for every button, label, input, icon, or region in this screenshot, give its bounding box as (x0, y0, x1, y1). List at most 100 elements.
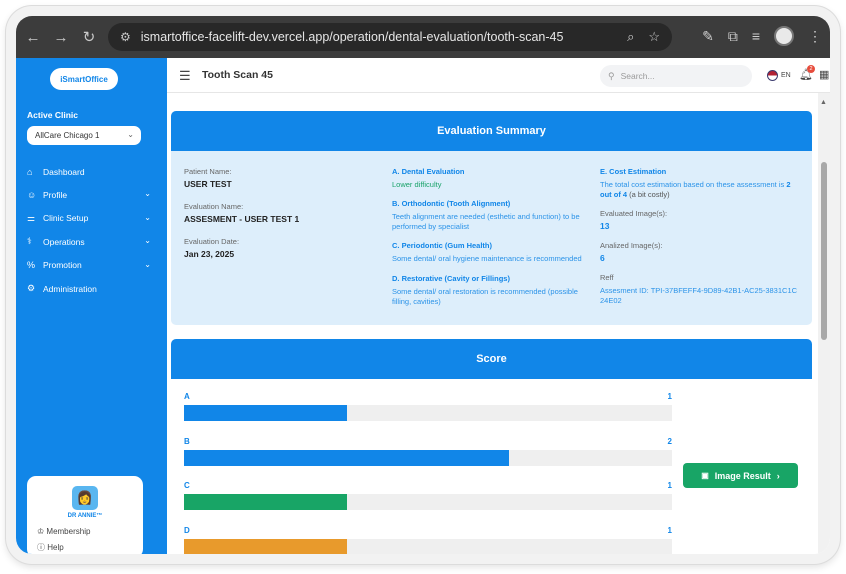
analized-images-value: 6 (600, 253, 605, 264)
site-settings-icon[interactable]: ⚙ (120, 30, 131, 44)
help-icon: ⓘ (37, 543, 45, 552)
score-bar-track (184, 405, 672, 421)
evaluation-name: ASSESMENT - USER TEST 1 (184, 214, 300, 224)
evaluation-summary-title: Evaluation Summary (171, 111, 812, 151)
evaluation-date: Jan 23, 2025 (184, 249, 235, 259)
gear-icon: ⚙ (27, 283, 36, 294)
analized-images-label: Analized Image(s): (600, 241, 663, 251)
membership-link[interactable]: ♔ Membership (37, 527, 90, 536)
clinic-select-value: AllCare Chicago 1 (35, 131, 100, 140)
language-code: EN (781, 72, 791, 79)
sidebar-item-label: Clinic Setup (43, 213, 89, 224)
device-frame: ← → ↻ ⚙ ismartoffice-facelift-dev.vercel… (6, 6, 840, 564)
patient-name: USER TEST (184, 179, 232, 189)
sidebar-menu: ⌂ Dashboard ☺ Profile ⌄ ⚌ Clinic Setup ⌄ ⚕ Operat… (27, 160, 157, 300)
extension-icon[interactable]: ✎ (702, 28, 714, 45)
section-text: Some dental/ oral restoration is recomme… (392, 286, 578, 306)
sidebar: iSmartOffice Active Clinic AllCare Chica… (16, 58, 167, 554)
sidebar-item-label: Operations (43, 236, 85, 247)
evaluation-name-label: Evaluation Name: (184, 202, 244, 211)
chevron-down-icon: ⌄ (144, 189, 151, 199)
chevron-down-icon: ⌄ (144, 236, 151, 246)
forward-icon[interactable]: → (50, 26, 72, 48)
score-bar-track (184, 494, 672, 510)
score-label: C (184, 481, 190, 490)
puzzle-icon[interactable]: ⧉ (728, 28, 738, 45)
search-icon: ⚲ (608, 70, 615, 81)
page-title: Tooth Scan 45 (202, 69, 273, 81)
score-bar-track (184, 449, 672, 466)
sidebar-item-profile[interactable]: ☺ Profile ⌄ (27, 183, 157, 206)
cost-estimation: E. Cost Estimation The total cost estima… (600, 167, 800, 307)
evaluation-date-label: Evaluation Date: (184, 237, 240, 246)
sidebar-item-clinic-setup[interactable]: ⚌ Clinic Setup ⌄ (27, 207, 157, 230)
image-icon: ▣ (701, 471, 709, 480)
profile-avatar-icon[interactable] (774, 26, 794, 46)
sliders-icon: ⚌ (27, 212, 36, 223)
sidebar-item-administration[interactable]: ⚙ Administration (27, 277, 157, 300)
section-heading: C. Periodontic (Gum Health) (392, 241, 493, 251)
back-icon[interactable]: ← (22, 26, 44, 48)
apps-grid-icon[interactable]: ▦ (819, 68, 829, 81)
search-input[interactable]: ⚲ Search... (600, 65, 752, 87)
notification-bell-icon[interactable]: 🔔︎ 2 (799, 65, 815, 81)
more-menu-icon[interactable]: ⋮ (808, 28, 822, 45)
scroll-up-arrow-icon[interactable]: ▲ (820, 99, 827, 106)
scrollbar[interactable]: ▲ (818, 93, 830, 554)
assessment-id: Assesment ID: TPI-37BFEFF4-9D89-42B1-AC2… (600, 286, 798, 306)
score-row: D1 (184, 525, 672, 554)
scrollbar-thumb[interactable] (821, 162, 827, 340)
reload-icon[interactable]: ↻ (78, 26, 100, 48)
sidebar-item-label: Profile (43, 190, 68, 201)
evaluation-section: B. Orthodontic (Tooth Alignment) Teeth al… (392, 199, 586, 232)
doctor-avatar: 👩 (72, 486, 98, 510)
url-text[interactable]: ismartoffice-facelift-dev.vercel.app/ope… (141, 30, 564, 44)
clinic-select[interactable]: AllCare Chicago 1 ⌄ (27, 126, 141, 145)
zoom-icon[interactable]: ⌕ (627, 29, 634, 45)
user-name: DR ANNIE™ (67, 513, 103, 519)
section-heading: B. Orthodontic (Tooth Alignment) (392, 199, 511, 209)
sidebar-item-operations[interactable]: ⚕ Operations ⌄ (27, 230, 157, 253)
bookmark-star-icon[interactable]: ☆ (648, 29, 660, 45)
score-row: C1 (184, 481, 672, 526)
evaluated-images-label: Evaluated Image(s): (600, 209, 668, 219)
cost-heading: E. Cost Estimation (600, 167, 667, 176)
section-text: Lower difficulty (392, 180, 442, 189)
chevron-down-icon: ⌄ (144, 259, 151, 269)
section-text: Some dental/ oral hygiene maintenance is… (392, 254, 582, 264)
section-text: Teeth alignment are needed (esthetic and… (392, 212, 580, 232)
top-header: ☰ Tooth Scan 45 ⚲ Search... EN 🔔︎ 2 ▦ (167, 58, 830, 93)
screen: ← → ↻ ⚙ ismartoffice-facelift-dev.vercel… (16, 16, 830, 554)
score-value: 1 (667, 525, 672, 535)
score-label: D (184, 525, 190, 535)
score-title: Score (171, 339, 812, 379)
app-logo[interactable]: iSmartOffice (50, 68, 118, 90)
score-label: A (184, 392, 190, 401)
browser-toolbar: ← → ↻ ⚙ ismartoffice-facelift-dev.vercel… (16, 16, 830, 58)
evaluated-images-value: 13 (600, 221, 610, 232)
help-link[interactable]: ⓘ Help (37, 542, 64, 553)
playlist-icon[interactable]: ≡ (752, 28, 760, 44)
image-result-button[interactable]: ▣ Image Result › (683, 463, 798, 488)
chevron-right-icon: › (776, 470, 780, 481)
sidebar-item-promotion[interactable]: % Promotion ⌄ (27, 254, 157, 277)
stethoscope-icon: ⚕ (27, 236, 32, 247)
chevron-down-icon: ⌄ (127, 130, 134, 139)
address-bar[interactable]: ⚙ ismartoffice-facelift-dev.vercel.app/o… (108, 23, 672, 51)
user-card: 👩 DR ANNIE™ ♔ Membership ⓘ Help (27, 476, 143, 554)
section-heading: A. Dental Evaluation (392, 167, 465, 176)
score-value: 2 (667, 436, 672, 446)
sidebar-item-label: Promotion (43, 260, 82, 271)
percent-icon: % (27, 260, 36, 271)
sidebar-item-dashboard[interactable]: ⌂ Dashboard (27, 160, 157, 183)
score-value: 1 (667, 481, 672, 490)
crown-icon: ♔ (37, 527, 45, 536)
score-bar-fill (184, 449, 510, 466)
language-selector[interactable]: EN (767, 70, 791, 81)
evaluation-section: D. Restorative (Cavity or Fillings) Some … (392, 274, 586, 307)
reff-label: Reff (600, 273, 614, 283)
score-label: B (184, 436, 190, 446)
patient-info: Patient Name: USER TEST Evaluation Name:… (184, 167, 374, 259)
hamburger-menu-icon[interactable]: ☰ (179, 68, 191, 84)
score-row: A1 (184, 392, 672, 437)
